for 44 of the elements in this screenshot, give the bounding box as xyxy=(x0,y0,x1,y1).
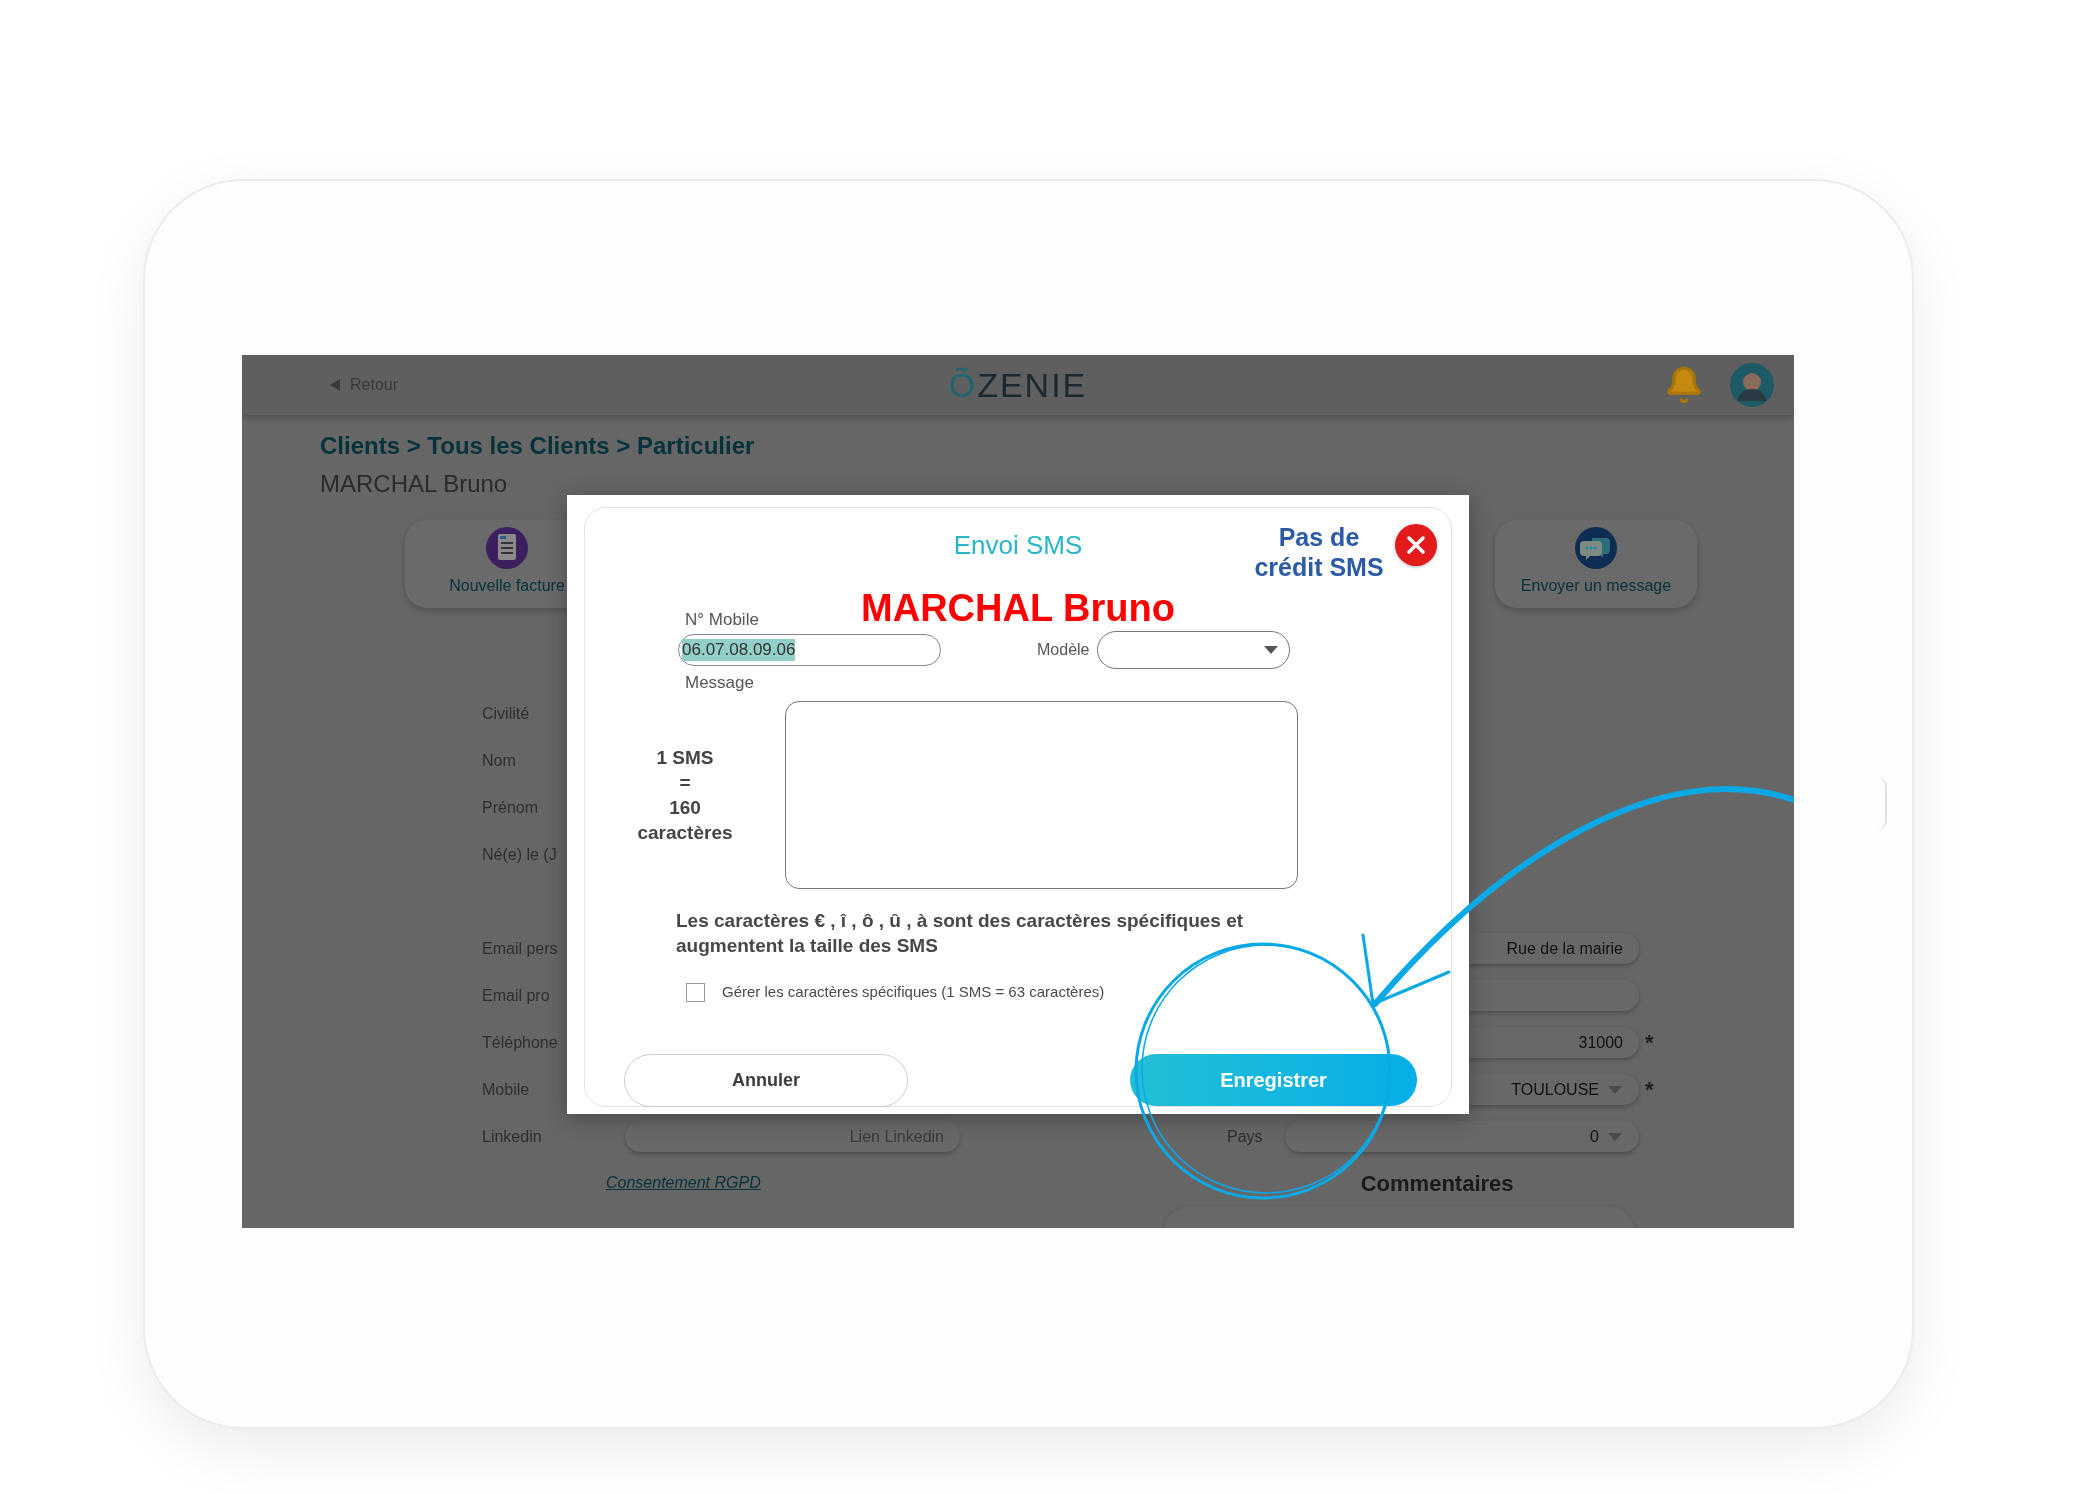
section-heading: Commentaires xyxy=(1360,1169,1514,1198)
sms-rule-text: 1 SMS xyxy=(656,746,714,770)
checkbox[interactable] xyxy=(686,982,705,1002)
sms-rule-text: = xyxy=(679,771,691,795)
special-characters-note: Les caractères € , î , ô , û , à sont des caractères spécifiques et augmentent la taille des SMS xyxy=(676,909,1245,958)
field-label: Nom xyxy=(482,750,517,771)
sms-rule-text: caractères xyxy=(637,821,733,845)
action-card[interactable]: Envoyer un message xyxy=(1495,520,1697,608)
caret-down-icon xyxy=(1607,1084,1623,1095)
field-label: Civilité xyxy=(482,703,531,724)
close-button[interactable] xyxy=(1395,524,1437,566)
field-label: N° Mobile xyxy=(684,610,760,630)
field-label: Email pro xyxy=(482,985,551,1006)
recipient-name: MARCHAL Bruno xyxy=(861,586,1175,630)
field-label: Linkedin xyxy=(482,1126,543,1147)
bell-icon[interactable] xyxy=(1664,365,1704,405)
document-icon xyxy=(485,526,529,570)
consent-link[interactable]: Consentement RGPD xyxy=(606,1171,761,1195)
sms-rule-text: 160 xyxy=(669,796,701,820)
message-field[interactable] xyxy=(785,701,1298,889)
breadcrumb: Clients > Tous les Clients > Particulier xyxy=(320,431,756,461)
avatar-icon[interactable] xyxy=(1730,363,1774,407)
dialog-title: Envoi SMS xyxy=(953,530,1083,560)
field-label: Prénom xyxy=(482,797,540,818)
required-mark: * xyxy=(1645,1031,1654,1054)
credit-notice: Pas de crédit SMS xyxy=(1253,522,1385,582)
field-label: Mobile xyxy=(482,1079,531,1100)
field-label: Téléphone xyxy=(482,1032,559,1053)
caret-down-icon xyxy=(1607,1131,1623,1142)
field-label: Message xyxy=(684,673,755,693)
chat-bubbles-icon xyxy=(1574,526,1618,570)
field-label: Email pers xyxy=(482,938,559,959)
client-name: MARCHAL Bruno xyxy=(320,469,509,499)
caret-left-icon xyxy=(330,379,340,391)
field-label: Né(e) le (J xyxy=(482,844,558,865)
dropdown-field[interactable]: 0 xyxy=(1285,1121,1639,1152)
caret-down-icon xyxy=(1263,645,1280,655)
logo: ÕZENIE xyxy=(948,364,1088,406)
field-label: Modèle xyxy=(1037,640,1090,660)
close-icon xyxy=(1407,536,1425,554)
required-mark: * xyxy=(1645,1078,1654,1101)
checkbox-label: Gérer les caractères spécifiques (1 SMS = 63 caractères) xyxy=(722,981,1105,1002)
save-button[interactable]: Enregistrer xyxy=(1130,1054,1417,1106)
field-label: Pays xyxy=(1227,1126,1264,1147)
